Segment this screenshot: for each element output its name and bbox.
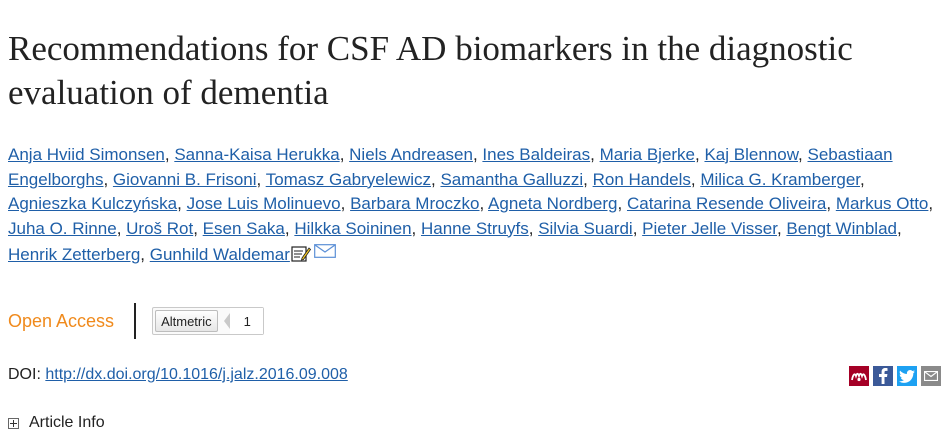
divider (134, 303, 137, 339)
author-link[interactable]: Esen Saka (203, 219, 285, 238)
note-pencil-icon[interactable] (291, 245, 311, 262)
author-link[interactable]: Agnieszka Kulczyńska (8, 194, 177, 213)
doi-label: DOI: (8, 366, 41, 383)
author-link[interactable]: Tomasz Gabryelewicz (266, 170, 431, 189)
author-link[interactable]: Jose Luis Molinuevo (187, 194, 341, 213)
author-link[interactable]: Catarina Resende Oliveira (627, 194, 826, 213)
author-link[interactable]: Niels Andreasen (349, 145, 473, 164)
author-link[interactable]: Hanne Struyfs (421, 219, 529, 238)
author-link-corresponding[interactable]: Gunhild Waldemar (150, 245, 290, 264)
share-icons (849, 366, 941, 386)
altmetric-label: Altmetric (155, 310, 218, 332)
author-link[interactable]: Juha O. Rinne (8, 219, 117, 238)
email-icon[interactable] (921, 366, 941, 386)
article-title: Recommendations for CSF AD biomarkers in… (8, 29, 853, 112)
author-link[interactable]: Milica G. Kramberger (700, 170, 860, 189)
expand-plus-icon[interactable] (8, 417, 19, 429)
author-link[interactable]: Markus Otto (836, 194, 929, 213)
author-link[interactable]: Barbara Mroczko (350, 194, 479, 213)
mendeley-icon[interactable] (849, 366, 869, 386)
open-access-label: Open Access (8, 310, 115, 331)
author-link[interactable]: Maria Bjerke (600, 145, 695, 164)
doi-row: DOI: http://dx.doi.org/10.1016/j.jalz.20… (8, 366, 348, 384)
author-link[interactable]: Kaj Blennow (704, 145, 798, 164)
author-link[interactable]: Ron Handels (593, 170, 691, 189)
doi-link[interactable]: http://dx.doi.org/10.1016/j.jalz.2016.09… (45, 366, 347, 383)
author-link[interactable]: Silvia Suardi (538, 219, 633, 238)
article-info-toggle[interactable]: Article Info (8, 414, 105, 432)
altmetric-badge[interactable]: Altmetric 1 (152, 307, 264, 335)
author-link[interactable]: Uroš Rot (126, 219, 193, 238)
author-link[interactable]: Sanna-Kaisa Herukka (174, 145, 339, 164)
author-link[interactable]: Anja Hviid Simonsen (8, 145, 165, 164)
author-link[interactable]: Hilkka Soininen (294, 219, 411, 238)
author-link[interactable]: Samantha Galluzzi (440, 170, 583, 189)
author-link[interactable]: Ines Baldeiras (482, 145, 590, 164)
author-link[interactable]: Pieter Jelle Visser (642, 219, 777, 238)
twitter-icon[interactable] (897, 366, 917, 386)
author-link[interactable]: Henrik Zetterberg (8, 245, 140, 264)
author-link[interactable]: Agneta Nordberg (488, 194, 617, 213)
author-list: Anja Hviid Simonsen, Sanna-Kaisa Herukka… (8, 145, 934, 264)
author-link[interactable]: Giovanni B. Frisoni (113, 170, 257, 189)
facebook-icon[interactable] (873, 366, 893, 386)
access-row: Open Access Altmetric 1 (8, 303, 264, 339)
altmetric-count: 1 (229, 308, 263, 334)
envelope-icon[interactable] (313, 241, 336, 258)
author-link[interactable]: Bengt Winblad (786, 219, 897, 238)
article-info-label: Article Info (29, 414, 105, 431)
